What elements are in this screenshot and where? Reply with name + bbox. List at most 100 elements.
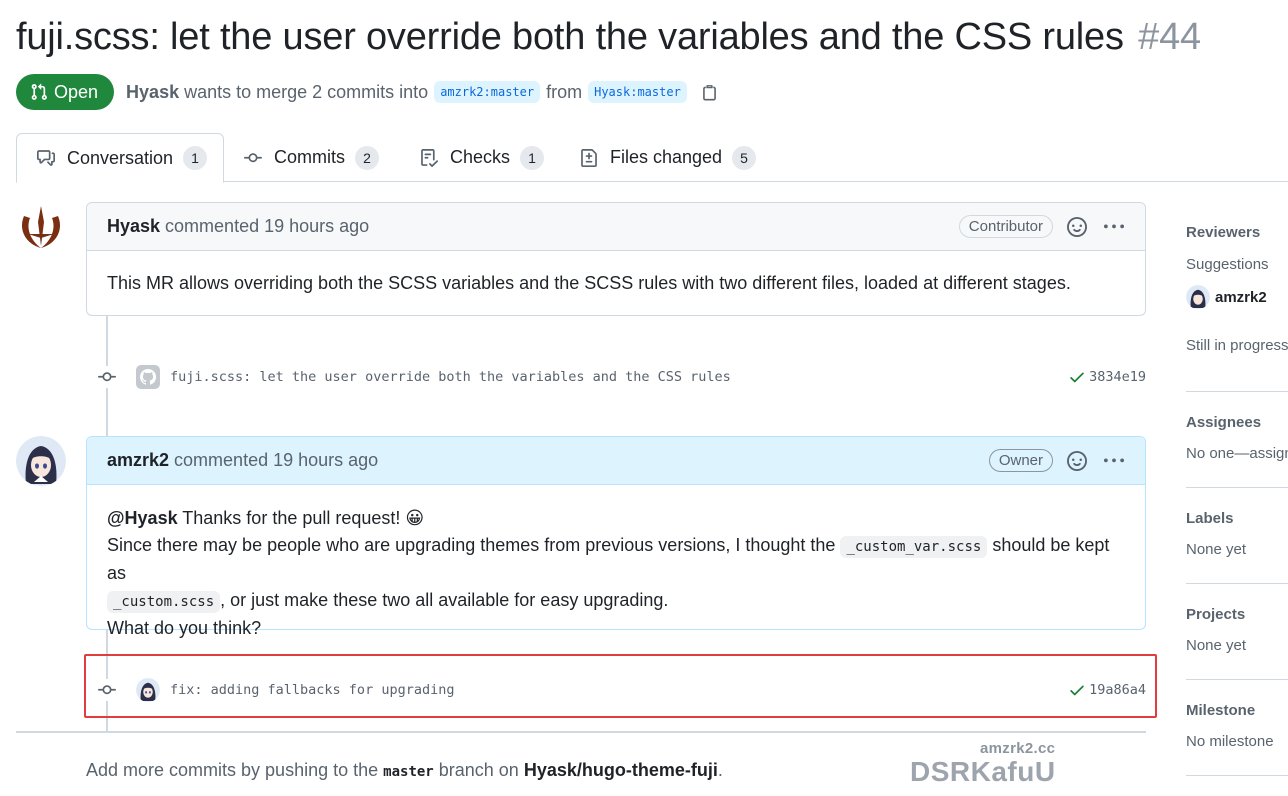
avatar-amzrk2[interactable]: [16, 436, 66, 486]
comment-line-1: @Hyask Thanks for the pull request! 😀: [107, 505, 1125, 532]
state-label: Open: [54, 81, 99, 102]
pr-tabs: Conversation 1 Commits 2 Checks 1 Files …: [16, 133, 1288, 183]
watermark-small: amzrk2.cc: [980, 740, 1056, 757]
tab-files-changed-count: 5: [732, 145, 757, 170]
timeline-divider: [16, 731, 1146, 733]
checklist-icon: [420, 148, 438, 167]
labels-heading[interactable]: Labels: [1186, 510, 1288, 527]
push-hint-repo-link[interactable]: Hyask/hugo-theme-fuji: [524, 760, 718, 780]
file-diff-icon: [580, 148, 598, 167]
tab-commits-count: 2: [355, 145, 379, 170]
state-badge-open: Open: [16, 74, 115, 110]
push-hint-pre: Add more commits by pushing to the: [86, 760, 379, 780]
sidebar: Reviewers Suggestions amzrk2 Still in pr…: [1186, 200, 1288, 796]
comment-discussion-icon: [37, 149, 55, 167]
tab-checks-count: 1: [520, 145, 545, 170]
watermark-big: DSRKafuU: [910, 756, 1056, 787]
merge-text: wants to merge 2 commits into: [184, 81, 429, 102]
labels-value: None yet: [1186, 541, 1247, 558]
commit-message[interactable]: fuji.scss: let the user override both th…: [170, 369, 731, 385]
tab-conversation-count: 1: [183, 146, 208, 170]
sidebar-reviewers: Reviewers Suggestions amzrk2 Still in pr…: [1186, 224, 1288, 354]
check-icon: [1070, 372, 1084, 383]
comment-author[interactable]: Hyask: [107, 216, 160, 237]
commit-sha[interactable]: 3834e19: [1068, 368, 1146, 386]
projects-heading[interactable]: Projects: [1186, 606, 1288, 623]
reviewers-suggestions: Suggestions: [1186, 256, 1269, 273]
push-hint: Add more commits by pushing to the maste…: [86, 760, 723, 781]
tab-files-changed[interactable]: Files changed 5: [580, 133, 757, 182]
kebab-horizontal-icon[interactable]: [1103, 451, 1125, 471]
comment-line-2: Since there may be people who are upgrad…: [107, 532, 1125, 587]
comment-header: Hyask commented 19 hours ago Contributor: [87, 203, 1145, 251]
tab-checks[interactable]: Checks 1: [420, 133, 545, 182]
comment-line-3: _custom.scss, or just make these two all…: [107, 587, 1125, 616]
pr-title: fuji.scss: let the user override both th…: [16, 16, 1201, 59]
reviewer-user[interactable]: amzrk2: [1186, 285, 1288, 309]
tab-checks-label: Checks: [450, 147, 511, 167]
projects-value: None yet: [1186, 637, 1247, 654]
highlight-box: [84, 654, 1157, 718]
sidebar-divider: [1186, 775, 1288, 776]
reviewer-name: amzrk2: [1215, 288, 1267, 306]
assignees-value[interactable]: No one—assign: [1186, 445, 1288, 462]
comment-body: @Hyask Thanks for the pull request! 😀 Si…: [87, 485, 1145, 662]
pr-author-link[interactable]: Hyask: [126, 82, 179, 103]
comment-line-2-pre: Since there may be people who are upgrad…: [107, 534, 836, 555]
assignees-heading[interactable]: Assignees: [1186, 414, 1288, 431]
tab-commits-label: Commits: [274, 147, 345, 167]
git-commit-icon: [96, 366, 118, 388]
pr-meta: Open Hyask wants to merge 2 commits into…: [16, 74, 718, 110]
role-badge-contributor: Contributor: [958, 215, 1053, 238]
comment-header: amzrk2 commented 19 hours ago Owner: [87, 437, 1145, 485]
grinning-emoji: 😀: [405, 508, 425, 528]
pr-title-text: fuji.scss: let the user override both th…: [16, 16, 1124, 58]
base-branch[interactable]: amzrk2:master: [434, 81, 541, 103]
git-pull-request-icon: [31, 83, 47, 100]
sidebar-divider: [1186, 679, 1288, 680]
smiley-icon[interactable]: [1067, 450, 1087, 471]
user-mention[interactable]: @Hyask: [107, 508, 178, 528]
tab-files-changed-label: Files changed: [610, 147, 723, 167]
comment-amzrk2: amzrk2 commented 19 hours ago Owner @Hya…: [86, 436, 1146, 638]
git-commit-icon: [244, 149, 262, 167]
commit-row: fuji.scss: let the user override both th…: [96, 363, 1146, 391]
role-badge-owner: Owner: [988, 449, 1053, 472]
comment-line-1-text: Thanks for the pull request!: [182, 508, 401, 528]
sidebar-projects: Projects None yet: [1186, 606, 1288, 654]
push-hint-branch: master: [383, 764, 434, 780]
copy-icon[interactable]: [701, 84, 718, 101]
sidebar-milestone: Milestone No milestone: [1186, 702, 1288, 750]
comment-body: This MR allows overriding both the SCSS …: [87, 251, 1145, 317]
comment-timestamp[interactable]: commented 19 hours ago: [165, 216, 369, 237]
reviewers-heading[interactable]: Reviewers: [1186, 224, 1288, 241]
comment-line-3-text: , or just make these two all available f…: [220, 589, 669, 610]
milestone-heading[interactable]: Milestone: [1186, 702, 1288, 719]
push-hint-mid: branch on: [438, 760, 519, 780]
pr-number: #44: [1138, 16, 1201, 58]
comment-timestamp[interactable]: commented 19 hours ago: [174, 450, 378, 471]
tab-commits[interactable]: Commits 2: [244, 133, 379, 182]
comment-author[interactable]: amzrk2: [107, 450, 169, 471]
reviewer-status: Still in progress: [1186, 337, 1288, 354]
tab-conversation[interactable]: Conversation 1: [16, 133, 224, 183]
inline-code: _custom.scss: [107, 590, 221, 613]
milestone-value: No milestone: [1186, 733, 1274, 750]
from-text: from: [546, 81, 583, 102]
push-hint-post: .: [717, 760, 723, 780]
avatar: [1186, 285, 1210, 309]
sidebar-divider: [1186, 583, 1288, 584]
head-branch[interactable]: Hyask:master: [588, 81, 687, 103]
comment-hyask: Hyask commented 19 hours ago Contributor…: [86, 202, 1146, 316]
commit-author-avatar[interactable]: [136, 365, 160, 389]
avatar-hyask[interactable]: [16, 202, 66, 252]
smiley-icon[interactable]: [1067, 216, 1087, 237]
sidebar-divider: [1186, 391, 1288, 392]
sidebar-divider: [1186, 487, 1288, 488]
inline-code: _custom_var.scss: [840, 535, 988, 558]
comment-line-4: What do you think?: [107, 618, 262, 638]
kebab-horizontal-icon[interactable]: [1103, 217, 1125, 237]
sidebar-labels: Labels None yet: [1186, 510, 1288, 558]
tab-conversation-label: Conversation: [67, 147, 174, 168]
comment-text: This MR allows overriding both the SCSS …: [107, 273, 1071, 293]
